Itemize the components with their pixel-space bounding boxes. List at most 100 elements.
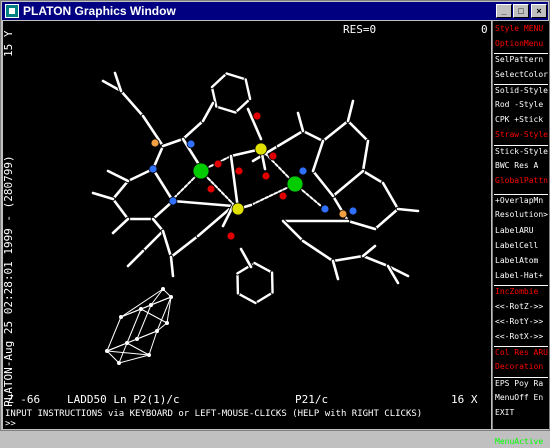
cell-node [147,353,151,357]
cell-node [105,349,109,353]
bond [313,141,323,171]
menu-item-24[interactable]: MenuOff En [494,392,548,404]
bond [153,219,163,231]
side-text: PLATON-Aug 25 02:28:01 1999 - (280799) 1… [1,21,15,409]
command-prompt[interactable]: >> [5,419,16,429]
menu-item-17[interactable]: IncZombie [494,285,548,297]
nitrogen-atom [149,165,157,173]
phosphorus-atom [339,210,347,218]
bond [171,236,198,257]
oxygen-atom [207,185,215,193]
bond [163,139,183,146]
bond [107,351,119,363]
molecule-plot [3,21,491,409]
menu-item-3[interactable]: SelectColor [494,69,548,81]
menu-item-18[interactable]: <<-RotZ->> [494,301,548,313]
oxygen-atom [214,160,222,168]
menu-item-7[interactable]: Straw-Style [494,129,548,141]
bond [203,103,213,121]
cell-node [119,315,123,319]
nitrogen-atom [321,205,329,213]
cell-node [139,307,143,311]
bond [128,251,143,266]
menu-item-6[interactable]: CPK +Stick [494,114,548,126]
app-icon[interactable] [5,4,19,18]
menu-item-19[interactable]: <<-RotY->> [494,316,548,328]
menu-item-0[interactable]: Style MENU [494,23,548,35]
menu-item-22[interactable]: Decoration [494,361,548,373]
bond [348,221,375,229]
nitrogen-atom [169,197,177,205]
sulfur-atom [232,203,244,215]
oxygen-atom [279,192,287,200]
bond [231,156,238,209]
cell-node [125,341,129,345]
command-area[interactable]: INPUT INSTRUCTIONS via KEYBOARD or LEFT-… [3,409,491,429]
menu-item-26[interactable]: MenuActive [494,436,548,448]
z-value: Z -66 [7,393,40,406]
menu-item-8[interactable]: Stick-Style [494,145,548,157]
sulfur-atom [255,143,267,155]
close-button[interactable]: × [531,4,547,18]
side-caption: PLATON-Aug 25 02:28:01 1999 - (280799) [2,155,15,407]
menu-item-21[interactable]: Col Res ARU [494,346,548,358]
menu-item-14[interactable]: LabelCell [494,240,548,252]
menu-item-25[interactable]: EXIT [494,407,548,419]
cell-node [149,303,153,307]
oxygen-atom [227,232,235,240]
menu-item-23[interactable]: EPS Poy Ra [494,377,548,389]
bond [363,171,383,183]
bond [153,169,173,201]
minimize-button[interactable]: _ [496,4,512,18]
menu-item-16[interactable]: Label-Hat+ [494,270,548,282]
bond [255,263,273,273]
bond [121,91,143,116]
bond [113,199,128,219]
platon-window: PLATON Graphics Window _ □ × RES=0 0 PLA… [0,0,550,431]
maximize-button[interactable]: □ [513,4,529,18]
bond [375,209,398,229]
menu-item-4[interactable]: Solid-Style [494,84,548,96]
bond [333,171,363,196]
bond [163,231,171,257]
cell-node [165,321,169,325]
bond [113,181,128,199]
bond [278,131,303,146]
bond [383,183,398,209]
menu-item-11[interactable]: +OverlapMn [494,194,548,206]
menu-item-10[interactable]: GlobalPattn [494,175,548,187]
bond [212,73,227,87]
menu-item-20[interactable]: <<-RotX->> [494,331,548,343]
res-label: RES=0 [343,23,376,36]
bond [238,293,256,303]
menu-item-9[interactable]: BWC Res A [494,160,548,172]
bond [255,293,272,303]
menu-item-12[interactable]: Resolution> [494,209,548,221]
menu-item-1[interactable]: OptionMenu [494,38,548,50]
cell-node [117,361,121,365]
bond [113,219,128,233]
menu-item-15[interactable]: LabelAtom [494,255,548,267]
nitrogen-atom [349,207,357,215]
bond [108,171,128,181]
bond [149,331,157,355]
bond [363,256,388,266]
bond [313,171,333,196]
menu-item-2[interactable]: SelPattern [494,53,548,65]
oxygen-atom [235,167,243,175]
instructions-text: INPUT INSTRUCTIONS via KEYBOARD or LEFT-… [5,409,422,419]
corner-value: 0 [481,23,488,36]
oxygen-atom [269,152,277,160]
oxygen-atom [253,112,261,120]
graphics-canvas[interactable]: RES=0 0 PLATON-Aug 25 02:28:01 1999 - (2… [3,21,491,409]
bond [303,241,333,261]
title-bar[interactable]: PLATON Graphics Window _ □ × [2,2,548,20]
menu-item-13[interactable]: LabelARU [494,225,548,237]
cell-node [155,329,159,333]
bond [241,249,251,267]
side-top-label: 15 Y [2,31,15,58]
nitrogen-atom [187,140,195,148]
menu-item-5[interactable]: Rod -Style [494,99,548,111]
bond [323,121,348,141]
phosphorus-atom [151,139,159,147]
